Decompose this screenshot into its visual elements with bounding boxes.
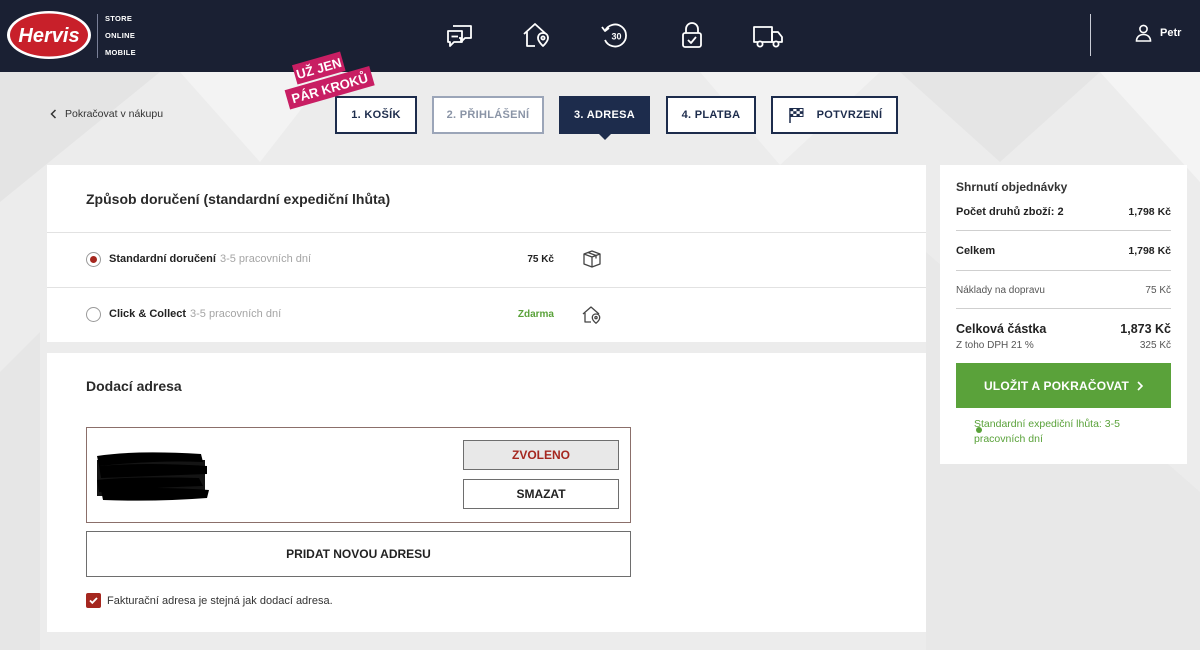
summary-grand-total-value: 1,873 Kč [1120,322,1171,336]
truck-icon[interactable] [751,18,785,52]
add-address-button[interactable]: PRIDAT NOVOU ADRESU [86,531,631,577]
delivery-standard-radio[interactable] [86,252,101,267]
save-and-continue-label: ULOŽIT A POKRAČOVAT [983,378,1130,393]
summary-total-row: Celkem 1,798 Kč [956,245,1171,257]
home-location-icon[interactable] [519,18,553,52]
svg-text:Hervis: Hervis [18,25,79,47]
summary-items-value: 1,798 Kč [1128,206,1171,218]
delivery-click-collect-price: Zdarma [517,309,554,320]
summary-grand-total-label: Celková částka [956,322,1047,336]
address-delete-button[interactable]: SMAZAT [463,479,619,509]
lock-check-icon[interactable] [675,18,709,52]
delivery-standard-price: 75 Kč [527,254,554,265]
user-name: Petr [1160,27,1182,39]
delivery-click-collect-time: 3-5 pracovních dní [190,308,282,320]
delivery-click-collect-radio[interactable] [86,307,101,322]
delivery-method-panel: Způsob doručení (standardní expediční lh… [47,165,926,342]
finish-flag-icon [788,108,804,123]
return-30-icon[interactable]: 30 [598,18,632,52]
delivery-click-collect-label: Click & Collect 3-5 pracovních dní [109,308,281,320]
chat-icon[interactable] [443,18,477,52]
step-confirmation-label: POTVRZENÍ [816,109,883,121]
summary-vat-value: 325 Kč [1139,340,1171,351]
order-summary-panel: Shrnutí objednávky Počet druhů zboží: 2 … [940,165,1187,464]
step-payment[interactable]: 4. PLATBA [666,96,756,134]
promo-badge: UŽ JEN PÁR KROKŮ [284,51,375,110]
step-payment-label: 4. PLATBA [681,109,741,121]
summary-delivery-note: Standardní expediční lhůta: 3-5 pracovní… [974,418,1120,445]
summary-items-label: Počet druhů zboží: 2 [956,206,1064,218]
address-title: Dodací adresa [86,378,182,394]
tagline-online: ONLINE [105,31,136,40]
package-icon [583,250,601,268]
address-selected-button[interactable]: ZVOLENO [463,440,619,470]
saved-address-card[interactable]: ZVOLENO SMAZAT [86,427,631,523]
delivery-title: Způsob doručení (standardní expediční lh… [86,191,391,207]
header-divider [1090,14,1091,56]
return-days-text: 30 [611,32,621,42]
delivery-standard-label: Standardní doručení 3-5 pracovních dní [109,253,311,265]
save-and-continue-button[interactable]: ULOŽIT A POKRAČOVAT [956,363,1171,408]
hervis-logo[interactable]: Hervis [6,10,92,60]
continue-shopping-label: Pokračovat v nákupu [65,108,164,120]
summary-grand-total-row: Celková částka 1,873 Kč [956,322,1171,336]
billing-same-checkbox[interactable] [86,593,101,608]
step-confirmation[interactable]: POTVRZENÍ [771,96,898,134]
chevron-right-icon [1137,380,1144,391]
delivery-option-standard[interactable]: Standardní doručení 3-5 pracovních dní 75… [47,233,926,287]
summary-items-row: Počet druhů zboží: 2 1,798 Kč [956,206,1171,218]
billing-same-checkbox-row[interactable]: Fakturační adresa je stejná jak dodací a… [86,593,333,608]
summary-vat-row: Z toho DPH 21 % 325 Kč [956,340,1171,351]
site-header: Hervis STORE ONLINE MOBILE 30 Petr [0,0,1200,72]
delivery-standard-name: Standardní doručení [109,253,216,265]
summary-shipping-row: Náklady na dopravu 75 Kč [956,285,1171,296]
user-icon [1135,24,1152,42]
checkmark-icon [89,597,98,605]
summary-total-label: Celkem [956,245,996,257]
summary-title: Shrnutí objednávky [956,180,1068,194]
summary-shipping-label: Náklady na dopravu [956,285,1045,296]
store-pickup-icon [582,306,601,324]
divider [956,270,1171,271]
tagline-store: STORE [105,14,133,23]
tagline-mobile: MOBILE [105,48,136,57]
summary-shipping-value: 75 Kč [1145,285,1171,296]
delivery-address-panel: Dodací adresa ZVOLENO SMAZAT PRIDAT NOVO… [47,353,926,632]
billing-same-label: Fakturační adresa je stejná jak dodací a… [107,594,333,607]
step-login-label: 2. PŘIHLÁŠENÍ [446,109,530,121]
step-address[interactable]: 3. ADRESA [559,96,650,140]
continue-shopping-link[interactable]: Pokračovat v nákupu [50,108,163,120]
delivery-option-click-collect[interactable]: Click & Collect 3-5 pracovních dní Zdarma [47,288,926,342]
divider [956,308,1171,309]
delivery-click-collect-name: Click & Collect [109,308,187,320]
delivery-standard-time: 3-5 pracovních dní [219,253,312,265]
chevron-left-icon [50,109,57,119]
summary-total-value: 1,798 Kč [1128,245,1171,257]
divider [956,230,1171,231]
logo-tagline: STORE ONLINE MOBILE [97,14,136,58]
user-account[interactable]: Petr [1135,24,1181,42]
redacted-address [97,452,209,501]
step-address-label: 3. ADRESA [574,109,635,121]
summary-vat-label: Z toho DPH 21 % [956,340,1034,351]
step-login[interactable]: 2. PŘIHLÁŠENÍ [432,96,544,134]
